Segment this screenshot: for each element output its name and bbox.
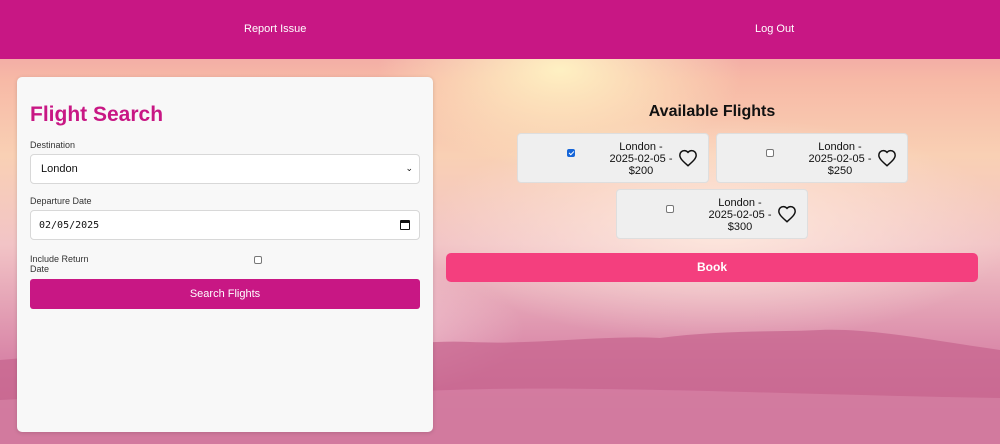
departure-date-label: Departure Date xyxy=(30,196,92,206)
flight-card[interactable]: London - 2025-02-05 - $200 xyxy=(517,133,709,183)
log-out-link[interactable]: Log Out xyxy=(755,23,794,35)
flight-card[interactable]: London - 2025-02-05 - $250 xyxy=(716,133,908,183)
flight-search-panel: Flight Search Destination London ⌄ Depar… xyxy=(17,77,433,432)
include-return-label-line2: Date xyxy=(30,264,50,274)
flight-destination: London - xyxy=(718,197,762,209)
include-return-label-line1: Include Return xyxy=(30,254,89,264)
flight-price: $250 xyxy=(827,165,853,177)
flight-select-checkbox[interactable] xyxy=(567,149,575,157)
include-return-date-label: Include Return Date xyxy=(30,254,89,274)
calendar-icon[interactable] xyxy=(400,220,410,230)
book-button[interactable]: Book xyxy=(446,253,978,282)
departure-date-input[interactable]: 02/05/2025 xyxy=(30,210,420,240)
flight-price: $300 xyxy=(727,221,753,233)
flight-destination: London - xyxy=(619,141,663,153)
flight-details: London - 2025-02-05 - $300 xyxy=(707,197,773,233)
flight-card[interactable]: London - 2025-02-05 - $300 xyxy=(616,189,808,239)
flight-destination: London - xyxy=(818,141,862,153)
heart-icon[interactable] xyxy=(777,205,797,223)
include-return-date-checkbox[interactable] xyxy=(254,256,262,264)
flight-price: $200 xyxy=(628,165,654,177)
flight-date: 2025-02-05 - xyxy=(808,153,872,165)
flight-details: London - 2025-02-05 - $250 xyxy=(807,141,873,177)
flight-details: London - 2025-02-05 - $200 xyxy=(608,141,674,177)
report-issue-link[interactable]: Report Issue xyxy=(244,23,306,35)
chevron-down-icon: ⌄ xyxy=(405,163,413,173)
flight-select-checkbox[interactable] xyxy=(766,149,774,157)
flight-date: 2025-02-05 - xyxy=(609,153,673,165)
destination-select[interactable]: London ⌄ xyxy=(30,154,420,184)
destination-value: London xyxy=(41,163,78,175)
destination-label: Destination xyxy=(30,140,76,150)
top-navigation-bar: Report Issue Log Out xyxy=(0,0,1000,59)
available-flights-title: Available Flights xyxy=(648,103,776,120)
search-flights-button[interactable]: Search Flights xyxy=(30,279,420,309)
departure-date-value: 02/05/2025 xyxy=(39,220,100,231)
flight-search-title: Flight Search xyxy=(30,103,164,126)
flight-date: 2025-02-05 - xyxy=(708,209,772,221)
flight-select-checkbox[interactable] xyxy=(666,205,674,213)
heart-icon[interactable] xyxy=(678,149,698,167)
heart-icon[interactable] xyxy=(877,149,897,167)
